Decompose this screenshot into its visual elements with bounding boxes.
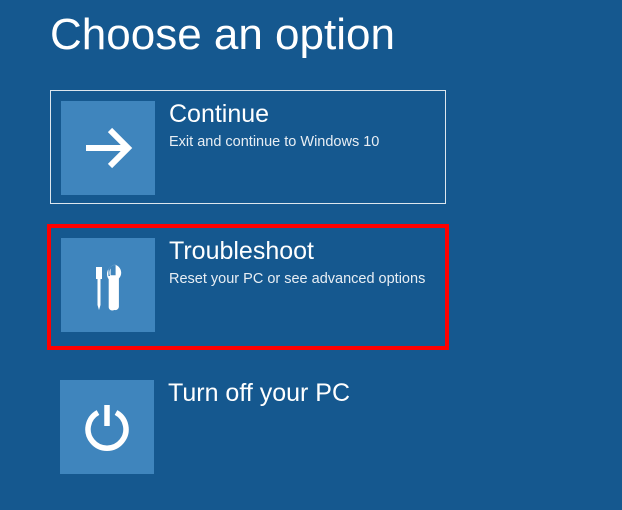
continue-title: Continue (169, 101, 379, 129)
turn-off-tile[interactable]: Turn off your PC (50, 370, 446, 484)
continue-desc: Exit and continue to Windows 10 (169, 133, 379, 152)
troubleshoot-title: Troubleshoot (169, 238, 425, 266)
continue-icon-box (61, 101, 155, 195)
power-icon (79, 399, 135, 455)
troubleshoot-text: Troubleshoot Reset your PC or see advanc… (155, 238, 425, 288)
tools-icon (80, 257, 136, 313)
turn-off-icon-box (60, 380, 154, 474)
page-title: Choose an option (50, 10, 622, 60)
continue-tile[interactable]: Continue Exit and continue to Windows 10 (50, 90, 446, 204)
turn-off-title: Turn off your PC (168, 380, 350, 408)
troubleshoot-icon-box (61, 238, 155, 332)
troubleshoot-desc: Reset your PC or see advanced options (169, 270, 425, 289)
arrow-right-icon (80, 120, 136, 176)
options-list: Continue Exit and continue to Windows 10 (50, 90, 622, 484)
turn-off-text: Turn off your PC (154, 380, 350, 412)
troubleshoot-tile[interactable]: Troubleshoot Reset your PC or see advanc… (47, 224, 449, 350)
continue-text: Continue Exit and continue to Windows 10 (155, 101, 379, 151)
